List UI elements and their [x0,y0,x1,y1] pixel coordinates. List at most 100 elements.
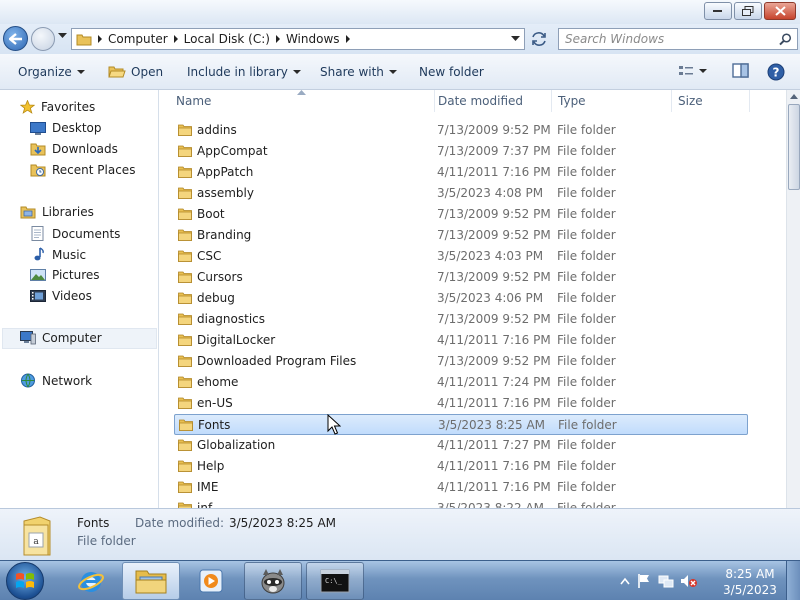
file-row[interactable]: Help 4/11/2011 7:16 PM File folder [174,456,748,477]
file-date-modified: 3/5/2023 8:22 AM [437,501,545,508]
column-header-date[interactable]: Date modified [432,90,552,112]
nav-desktop[interactable]: Desktop [30,121,102,135]
crumb-arrow-icon[interactable] [173,35,178,43]
file-row[interactable]: diagnostics 7/13/2009 9:52 PM File folder [174,309,748,330]
column-header-type[interactable]: Type [552,90,672,112]
file-row[interactable]: ehome 4/11/2011 7:24 PM File folder [174,372,748,393]
crumb-arrow-icon[interactable] [275,35,280,43]
details-file-type: File folder [77,534,136,548]
nav-recent-places[interactable]: Recent Places [30,163,135,177]
minimize-button[interactable] [704,2,732,20]
file-type: File folder [558,418,617,432]
close-button[interactable] [764,2,796,20]
file-row[interactable]: DigitalLocker 4/11/2011 7:16 PM File folde… [174,330,748,351]
start-button[interactable] [6,562,44,600]
navigation-pane: Favorites Desktop Downloads Recent Place… [0,90,159,508]
restore-icon [742,6,754,16]
include-in-library-button[interactable]: Include in library [187,65,301,79]
file-row[interactable]: AppCompat 7/13/2009 7:37 PM File folder [174,141,748,162]
file-type: File folder [557,186,616,200]
command-prompt-icon: C:\_ [320,569,350,593]
taskbar-internet-explorer[interactable] [62,562,120,600]
file-row[interactable]: Fonts 3/5/2023 8:25 AM File folder [174,414,748,435]
open-button[interactable]: Open [108,65,163,79]
back-button[interactable] [3,26,28,51]
file-row[interactable]: Branding 7/13/2009 9:52 PM File folder [174,225,748,246]
file-row[interactable]: CSC 3/5/2023 4:03 PM File folder [174,246,748,267]
folder-icon [178,208,192,220]
file-row[interactable]: Cursors 7/13/2009 9:52 PM File folder [174,267,748,288]
address-dropdown-icon[interactable] [511,36,520,42]
file-row[interactable]: addins 7/13/2009 9:52 PM File folder [174,120,748,141]
action-center-flag-icon[interactable] [636,573,652,589]
details-date-value: 3/5/2023 8:25 AM [229,516,337,530]
file-row[interactable]: AppPatch 4/11/2011 7:16 PM File folder [174,162,748,183]
file-row[interactable]: IME 4/11/2011 7:16 PM File folder [174,477,748,498]
search-box[interactable] [558,28,798,50]
view-options-button[interactable] [678,64,707,78]
folder-icon [178,124,192,136]
breadcrumb-computer[interactable]: Computer [108,32,178,46]
show-hidden-icons-icon[interactable] [620,577,630,585]
scrollbar-thumb[interactable] [788,104,800,190]
nav-computer[interactable]: Computer [20,331,102,345]
recent-pages-chevron-icon[interactable] [58,33,67,39]
file-name: Downloaded Program Files [197,354,357,368]
new-folder-button[interactable]: New folder [419,65,484,79]
restore-button[interactable] [734,2,762,20]
file-row[interactable]: en-US 4/11/2011 7:16 PM File folder [174,393,748,414]
taskbar-media-player[interactable] [182,562,240,600]
breadcrumb-windows[interactable]: Windows [286,32,350,46]
file-type: File folder [557,396,616,410]
vertical-scrollbar[interactable] [786,90,800,508]
organize-button[interactable]: Organize [18,65,85,79]
windows-logo-icon [16,573,34,588]
scroll-up-arrow-icon[interactable] [790,94,798,99]
file-name: inf [197,501,213,508]
nav-pictures[interactable]: Pictures [30,268,100,282]
file-type: File folder [557,165,616,179]
taskbar-command-prompt[interactable]: C:\_ [306,562,364,600]
nav-network[interactable]: Network [20,373,92,388]
file-date-modified: 4/11/2011 7:27 PM [437,438,551,452]
help-button[interactable]: ? [767,63,785,81]
file-row[interactable]: Globalization 4/11/2011 7:27 PM File folde… [174,435,748,456]
forward-button[interactable] [31,27,55,51]
file-row[interactable]: assembly 3/5/2023 4:08 PM File folder [174,183,748,204]
file-row[interactable]: debug 3/5/2023 4:06 PM File folder [174,288,748,309]
search-icon[interactable] [779,33,792,46]
column-header-size[interactable]: Size [672,90,750,112]
crumb-arrow-icon[interactable] [345,35,350,43]
file-date-modified: 3/5/2023 4:06 PM [437,291,544,305]
volume-muted-icon[interactable] [680,573,698,589]
file-row[interactable]: inf 3/5/2023 8:22 AM File folder [174,498,748,508]
address-bar[interactable]: Computer Local Disk (C:) Windows [71,28,525,50]
file-row[interactable]: Boot 7/13/2009 9:52 PM File folder [174,204,748,225]
nav-documents[interactable]: Documents [30,226,120,241]
chevron-down-icon [292,70,301,74]
preview-pane-button[interactable] [732,63,750,79]
show-desktop-button[interactable] [786,561,800,600]
folder-icon [178,460,192,472]
search-input[interactable] [565,32,775,46]
file-name: en-US [197,396,233,410]
close-icon [774,6,786,16]
nav-libraries[interactable]: Libraries [20,205,94,219]
file-row[interactable]: Downloaded Program Files 7/13/2009 9:52 P… [174,351,748,372]
share-with-button[interactable]: Share with [320,65,397,79]
taskbar-windows-explorer[interactable] [122,562,180,600]
breadcrumb-local-disk[interactable]: Local Disk (C:) [184,32,280,46]
file-type: File folder [557,291,616,305]
network-status-icon[interactable] [658,573,674,589]
refresh-button[interactable] [528,29,550,49]
nav-videos[interactable]: Videos [30,289,92,303]
taskbar-raccoon-app[interactable] [244,562,302,600]
nav-downloads[interactable]: Downloads [30,142,118,156]
system-clock[interactable]: 8:25 AM 3/5/2023 [722,566,778,598]
nav-music[interactable]: Music [30,247,86,262]
nav-favorites[interactable]: Favorites [20,100,95,114]
file-name: Fonts [198,418,231,432]
file-type: File folder [557,123,616,137]
file-date-modified: 4/11/2011 7:16 PM [437,333,551,347]
svg-text:C:\_: C:\_ [325,577,343,585]
